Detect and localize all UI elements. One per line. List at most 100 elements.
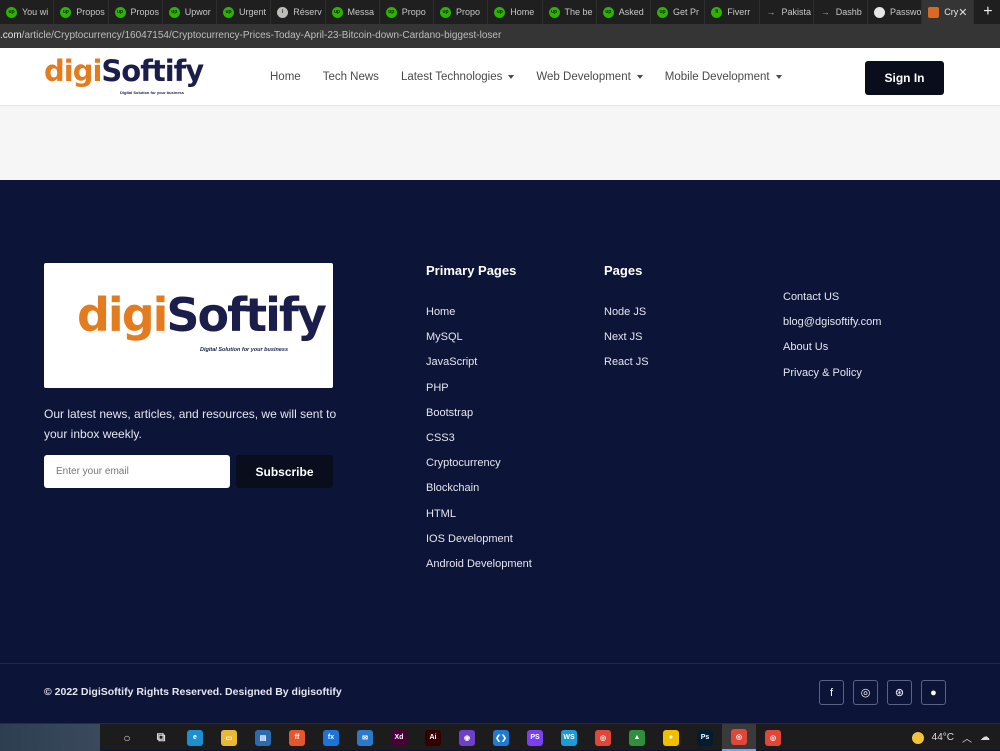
- weather-icon[interactable]: [911, 731, 924, 744]
- firefox-icon: ff: [289, 729, 305, 746]
- nav-item-mobile-development[interactable]: Mobile Development: [665, 71, 782, 83]
- footer-logo-digi: digi: [77, 288, 168, 342]
- browser-tab-label: Messa: [347, 7, 375, 17]
- browser-tab[interactable]: up Upwor: [163, 0, 217, 24]
- taskbar-app[interactable]: ff: [280, 724, 314, 751]
- tray-chevron-icon[interactable]: ︿: [962, 730, 972, 745]
- social-links: f ◎ ⊛ ●: [819, 680, 946, 705]
- github-icon[interactable]: ●: [921, 680, 946, 705]
- url-path: /article/Cryptocurrency/16047154/Cryptoc…: [21, 30, 502, 41]
- primary-page-link[interactable]: Bootstrap: [426, 406, 532, 431]
- logo-softify: Softify: [101, 54, 204, 88]
- primary-pages-title: Primary Pages: [426, 263, 517, 278]
- primary-page-link[interactable]: PHP: [426, 381, 532, 406]
- taskbar-app[interactable]: ▲: [620, 724, 654, 751]
- upwork-icon: up: [548, 6, 560, 18]
- browser-tab[interactable]: up Propo: [380, 0, 434, 24]
- taskbar-app[interactable]: PS: [518, 724, 552, 751]
- browser-tab[interactable]: up You wi: [0, 0, 55, 24]
- browser-tab[interactable]: up Asked: [597, 0, 651, 24]
- page-link[interactable]: Node JS: [604, 305, 649, 330]
- primary-page-link[interactable]: Android Development: [426, 557, 532, 582]
- browser-tab[interactable]: up Propos: [54, 0, 109, 24]
- footer-logo[interactable]: digiSoftify Digital Solution for your bu…: [44, 263, 333, 388]
- nav-item-label: Mobile Development: [664, 71, 770, 83]
- new-tab-button[interactable]: +: [976, 0, 1000, 24]
- page-link[interactable]: Next JS: [604, 330, 649, 355]
- sign-in-button[interactable]: Sign In: [865, 61, 944, 95]
- chrome-active-icon: ◎: [731, 728, 747, 745]
- browser-tab[interactable]: up Propo: [434, 0, 489, 24]
- nav-item-latest-technologies[interactable]: Latest Technologies: [401, 71, 515, 83]
- taskbar-app[interactable]: Ai: [416, 724, 450, 751]
- nav-item-tech-news[interactable]: Tech News: [323, 71, 379, 83]
- taskbar-app[interactable]: e: [178, 724, 212, 751]
- upwork-icon: up: [657, 6, 668, 18]
- primary-page-link[interactable]: JavaScript: [426, 355, 532, 380]
- browser-tab[interactable]: fi Fiverr: [705, 0, 760, 24]
- browser-tab[interactable]: up Propos: [109, 0, 163, 24]
- taskbar-app[interactable]: Ps: [688, 724, 722, 751]
- primary-page-link[interactable]: Blockchain: [426, 481, 532, 506]
- taskbar-app[interactable]: fx: [314, 724, 348, 751]
- primary-page-link[interactable]: MySQL: [426, 330, 532, 355]
- address-bar[interactable]: .com/article/Cryptocurrency/16047154/Cry…: [0, 24, 1000, 48]
- upwork-icon: up: [114, 6, 126, 18]
- browser-tab-label: Fiverr: [727, 7, 751, 17]
- taskbar-app[interactable]: Xd: [382, 724, 416, 751]
- browser-tab-label: Dashb: [835, 7, 862, 17]
- contact-link[interactable]: About Us: [783, 340, 881, 365]
- taskbar-app[interactable]: ◎: [756, 724, 790, 751]
- weather-temp[interactable]: 44°C: [932, 732, 954, 743]
- taskbar-app[interactable]: ●: [654, 724, 688, 751]
- close-tab-icon[interactable]: ✕: [958, 6, 967, 19]
- taskbar-app[interactable]: ○: [110, 724, 144, 751]
- primary-page-link[interactable]: Home: [426, 305, 532, 330]
- facebook-icon[interactable]: f: [819, 680, 844, 705]
- browser-tab[interactable]: → Pakista: [760, 0, 814, 24]
- primary-page-link[interactable]: Cryptocurrency: [426, 456, 532, 481]
- page-link[interactable]: React JS: [604, 355, 649, 380]
- primary-page-link[interactable]: CSS3: [426, 431, 532, 456]
- browser-tab-active[interactable]: Cry ✕: [922, 0, 975, 24]
- taskbar-app[interactable]: ▤: [246, 724, 280, 751]
- browser-tab[interactable]: up Urgent: [217, 0, 272, 24]
- taskbar-app[interactable]: WS: [552, 724, 586, 751]
- browser-tab[interactable]: up The be: [543, 0, 597, 24]
- taskbar-app[interactable]: ◎: [586, 724, 620, 751]
- nav-item-home[interactable]: Home: [270, 71, 301, 83]
- footer-divider: [0, 663, 1000, 664]
- site-logo[interactable]: digiSoftify Digital Solution for your bu…: [44, 56, 204, 98]
- browser-tab[interactable]: → Dashb: [814, 0, 868, 24]
- contact-link[interactable]: Privacy & Policy: [783, 366, 881, 391]
- browser-tab-label: Asked: [618, 7, 644, 17]
- browser-tab[interactable]: Passwo: [868, 0, 923, 24]
- taskbar-app[interactable]: ◎: [722, 724, 756, 751]
- upwork-icon: up: [440, 6, 451, 18]
- browser-tab[interactable]: up Get Pr: [651, 0, 706, 24]
- taskbar-app[interactable]: ✉: [348, 724, 382, 751]
- taskbar-app[interactable]: ◉: [450, 724, 484, 751]
- xd-icon: Xd: [391, 729, 407, 746]
- pages-column: Pages Node JS Next JS React JS: [604, 263, 649, 381]
- browser-tab[interactable]: i Réserv: [271, 0, 326, 24]
- browser-tab[interactable]: up Messa: [326, 0, 380, 24]
- taskbar-app[interactable]: ⧉: [144, 724, 178, 751]
- instagram-icon[interactable]: ◎: [853, 680, 878, 705]
- cloud-icon[interactable]: ☁: [980, 732, 990, 743]
- primary-page-link[interactable]: HTML: [426, 507, 532, 532]
- taskbar-app[interactable]: ❮❯: [484, 724, 518, 751]
- taskbar-app[interactable]: ▭: [212, 724, 246, 751]
- email-input[interactable]: [44, 455, 230, 488]
- contact-link[interactable]: blog@dgisoftify.com: [783, 315, 881, 340]
- primary-page-link[interactable]: IOS Development: [426, 532, 532, 557]
- upwork-icon: up: [168, 6, 180, 18]
- subscribe-button[interactable]: Subscribe: [236, 455, 333, 488]
- nav-item-web-development[interactable]: Web Development: [536, 71, 643, 83]
- contact-link[interactable]: Contact US: [783, 290, 881, 315]
- digisoftify-icon: [928, 6, 940, 18]
- dribbble-icon[interactable]: ⊛: [887, 680, 912, 705]
- browser-tab[interactable]: up Home: [488, 0, 543, 24]
- upwork-icon: up: [223, 6, 234, 18]
- start-area[interactable]: [0, 724, 100, 751]
